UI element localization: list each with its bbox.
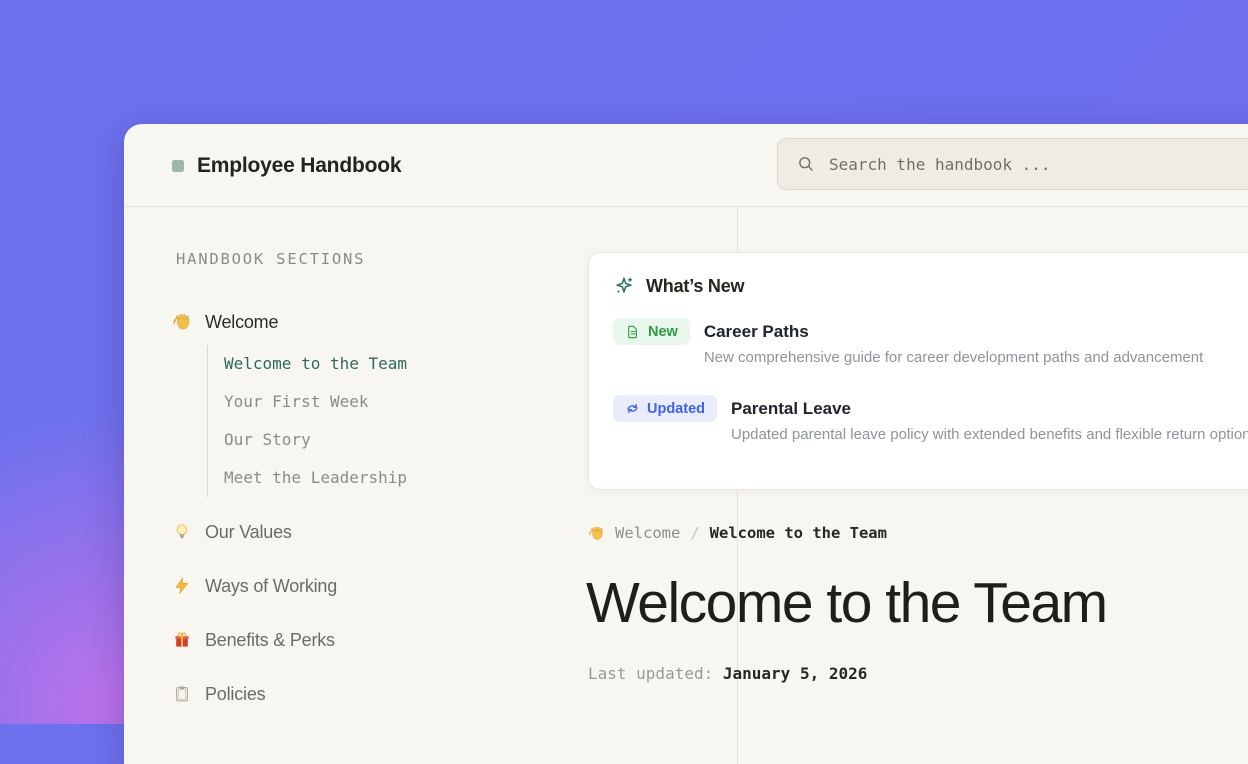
- last-updated-value: January 5, 2026: [723, 664, 868, 683]
- sidebar-section-label: HANDBOOK SECTIONS: [176, 250, 365, 268]
- search-icon: [796, 154, 816, 174]
- sidebar-nav: Our Values Ways of Working Benefits & Pe…: [172, 505, 337, 721]
- wave-icon: [588, 525, 605, 542]
- badge-label: Updated: [647, 401, 705, 417]
- breadcrumb: Welcome / Welcome to the Team: [588, 524, 887, 542]
- whats-new-item-description: New comprehensive guide for career devel…: [704, 349, 1203, 366]
- sidebar-subnav-welcome: Welcome to the Team Your First Week Our …: [207, 345, 407, 497]
- sidebar-subitem-welcome-to-the-team[interactable]: Welcome to the Team: [224, 345, 407, 383]
- badge-label: New: [648, 324, 678, 340]
- app-window: Employee Handbook HANDBOOK SECTIONS Welc…: [124, 124, 1248, 764]
- sidebar-item-label: Our Values: [205, 522, 292, 543]
- sidebar-subitem-our-story[interactable]: Our Story: [224, 421, 407, 459]
- last-updated-label: Last updated:: [588, 664, 713, 683]
- refresh-icon: [625, 401, 640, 416]
- sidebar-item-label: Welcome: [205, 312, 278, 333]
- sidebar-item-label: Ways of Working: [205, 576, 337, 597]
- whats-new-item-description: Updated parental leave policy with exten…: [731, 426, 1248, 443]
- sidebar-item-ways-of-working[interactable]: Ways of Working: [172, 559, 337, 613]
- last-updated: Last updated: January 5, 2026: [588, 664, 867, 683]
- page-title: Welcome to the Team: [586, 570, 1107, 636]
- sidebar-item-policies[interactable]: Policies: [172, 667, 337, 721]
- sidebar-subitem-meet-the-leadership[interactable]: Meet the Leadership: [224, 459, 407, 497]
- whats-new-header: What’s New: [613, 275, 1248, 297]
- search-input[interactable]: [829, 155, 1248, 174]
- updated-badge: Updated: [613, 395, 717, 422]
- whats-new-card: What’s New New Career Paths New comprehe…: [588, 252, 1248, 490]
- gift-icon: [172, 630, 192, 650]
- whats-new-item-body: Career Paths New comprehensive guide for…: [704, 318, 1203, 366]
- app-brand: Employee Handbook: [172, 124, 401, 207]
- lightbulb-icon: [172, 522, 192, 542]
- sparkle-icon: [613, 275, 635, 297]
- whats-new-item-title[interactable]: Parental Leave: [731, 395, 1248, 422]
- breadcrumb-section[interactable]: Welcome: [615, 524, 680, 542]
- whats-new-item-career-paths[interactable]: New Career Paths New comprehensive guide…: [613, 318, 1248, 366]
- sidebar-item-our-values[interactable]: Our Values: [172, 505, 337, 559]
- sidebar-subitem-your-first-week[interactable]: Your First Week: [224, 383, 407, 421]
- sidebar-item-welcome[interactable]: Welcome: [172, 309, 278, 335]
- lightning-icon: [172, 576, 192, 596]
- document-icon: [625, 324, 641, 340]
- whats-new-item-body: Parental Leave Updated parental leave po…: [731, 395, 1248, 443]
- whats-new-item-parental-leave[interactable]: Updated Parental Leave Updated parental …: [613, 395, 1248, 443]
- brand-logo-square: [172, 160, 184, 172]
- app-header: Employee Handbook: [124, 124, 1248, 207]
- whats-new-item-title[interactable]: Career Paths: [704, 318, 1203, 345]
- sidebar-item-label: Benefits & Perks: [205, 630, 335, 651]
- search-box[interactable]: [777, 138, 1248, 190]
- breadcrumb-current-page: Welcome to the Team: [710, 524, 887, 542]
- new-badge: New: [613, 318, 690, 345]
- whats-new-title: What’s New: [646, 276, 744, 297]
- app-title: Employee Handbook: [197, 154, 401, 178]
- breadcrumb-separator: /: [690, 524, 699, 542]
- sidebar-item-benefits-perks[interactable]: Benefits & Perks: [172, 613, 337, 667]
- sidebar-item-label: Policies: [205, 684, 265, 705]
- wave-icon: [172, 312, 192, 332]
- clipboard-icon: [172, 684, 192, 704]
